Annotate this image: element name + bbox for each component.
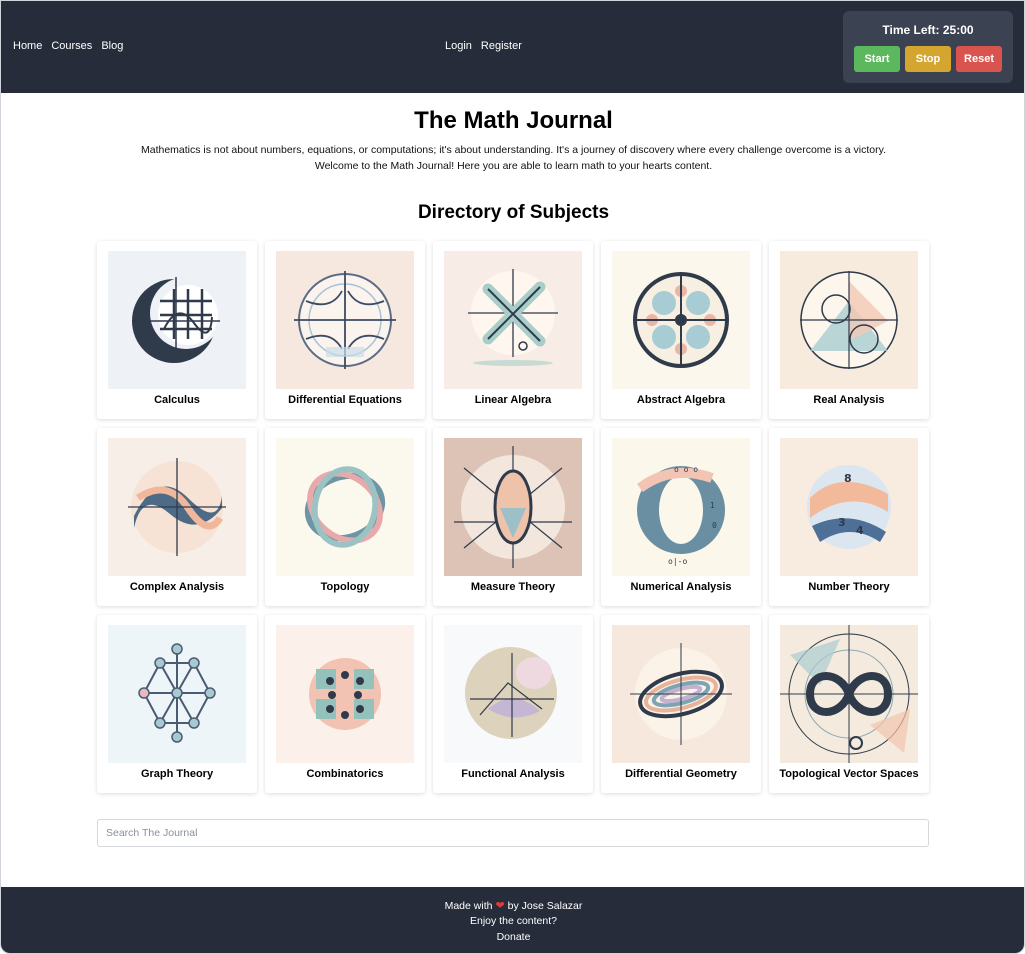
svg-text:4: 4 [856,524,864,537]
nav-home-link[interactable]: Home [13,40,42,52]
footer-credit: Made with ❤ by Jose Salazar [1,899,1024,912]
footer-enjoy: Enjoy the content? [470,915,557,927]
number-theory-icon: 8 34 [780,438,918,576]
subject-card-label: Complex Analysis [129,581,225,593]
subject-card-measure-theory[interactable]: Measure Theory [433,428,593,606]
nav-left: Home Courses Blog [13,40,123,52]
subject-card-abstract-algebra[interactable]: Abstract Algebra [601,241,761,419]
nav-login-link[interactable]: Login [445,40,472,52]
footer-made-with: Made with [444,900,493,912]
linear-algebra-icon [444,251,582,389]
svg-text:8: 8 [844,472,852,485]
svg-text:o o o: o o o [674,465,698,474]
timer-start-button[interactable]: Start [854,46,900,72]
subject-card-real-analysis[interactable]: Real Analysis [769,241,929,419]
svg-text:3: 3 [838,516,846,529]
nav-auth: Login Register [445,40,522,52]
graph-theory-icon [108,625,246,763]
complex-analysis-icon [108,438,246,576]
differential-equations-icon [276,251,414,389]
abstract-algebra-icon [612,251,750,389]
intro-text: Mathematics is not about numbers, equati… [1,142,1024,174]
combinatorics-icon [276,625,414,763]
differential-geometry-icon [612,625,750,763]
subject-card-linear-algebra[interactable]: Linear Algebra [433,241,593,419]
real-analysis-icon [780,251,918,389]
subject-card-label: Differential Equations [288,394,402,406]
subject-card-label: Numerical Analysis [630,581,732,593]
calculus-icon [108,251,246,389]
topological-vector-spaces-icon [780,625,918,763]
subject-card-label: Number Theory [808,581,890,593]
subject-card-topological-vector-spaces[interactable]: Topological Vector Spaces [769,615,929,793]
footer-author: by Jose Salazar [507,900,583,912]
nav-courses-link[interactable]: Courses [51,40,92,52]
subject-card-label: Functional Analysis [461,768,565,780]
subject-card-calculus[interactable]: Calculus [97,241,257,419]
page-footer: Made with ❤ by Jose Salazar Enjoy the cont… [1,887,1024,953]
subject-card-number-theory[interactable]: 8 34 Number Theory [769,428,929,606]
subject-card-differential-geometry[interactable]: Differential Geometry [601,615,761,793]
directory-title: Directory of Subjects [417,202,610,223]
timer-buttons: Start Stop Reset [854,46,1002,72]
subject-card-label: Calculus [154,394,200,406]
subject-card-label: Topology [320,581,370,593]
measure-theory-icon [444,438,582,576]
subject-card-differential-equations[interactable]: Differential Equations [265,241,425,419]
subject-card-label: Differential Geometry [625,768,737,780]
svg-text:o|-o: o|-o [668,557,687,566]
svg-text:1: 1 [710,501,715,510]
subject-card-label: Measure Theory [470,581,556,593]
subject-card-graph-theory[interactable]: Graph Theory [97,615,257,793]
subject-card-label: Topological Vector Spaces [779,768,919,780]
intro-line-2: Welcome to the Math Journal! Here you ar… [314,160,713,172]
subject-card-functional-analysis[interactable]: Functional Analysis [433,615,593,793]
top-navbar: Home Courses Blog Login Register Time Le… [1,1,1024,93]
nav-register-link[interactable]: Register [481,40,522,52]
topology-icon [276,438,414,576]
page-frame: Home Courses Blog Login Register Time Le… [0,0,1025,954]
functional-analysis-icon [444,625,582,763]
timer-stop-button[interactable]: Stop [905,46,951,72]
subject-card-label: Combinatorics [306,768,384,780]
timer-reset-button[interactable]: Reset [956,46,1002,72]
subject-card-combinatorics[interactable]: Combinatorics [265,615,425,793]
pomodoro-timer: Time Left: 25:00 Start Stop Reset [843,11,1013,83]
timer-label: Time Left: 25:00 [882,23,974,37]
subject-card-numerical-analysis[interactable]: o o o 1 0 o|-o Numerical Analysis [601,428,761,606]
subject-card-label: Real Analysis [813,394,885,406]
subject-card-label: Linear Algebra [474,394,552,406]
page-title: The Math Journal [414,107,613,134]
heart-icon: ❤ [495,900,505,912]
search-input[interactable] [97,819,929,847]
nav-blog-link[interactable]: Blog [101,40,123,52]
subject-grid: Calculus Differential Equations Linear A… [97,241,929,793]
subject-card-topology[interactable]: Topology [265,428,425,606]
subject-card-complex-analysis[interactable]: Complex Analysis [97,428,257,606]
footer-donate-link[interactable]: Donate [1,931,1024,943]
svg-text:0: 0 [712,521,717,530]
subject-card-label: Abstract Algebra [636,394,726,406]
subject-card-label: Graph Theory [140,768,214,780]
intro-line-1: Mathematics is not about numbers, equati… [140,144,887,156]
numerical-analysis-icon: o o o 1 0 o|-o [612,438,750,576]
